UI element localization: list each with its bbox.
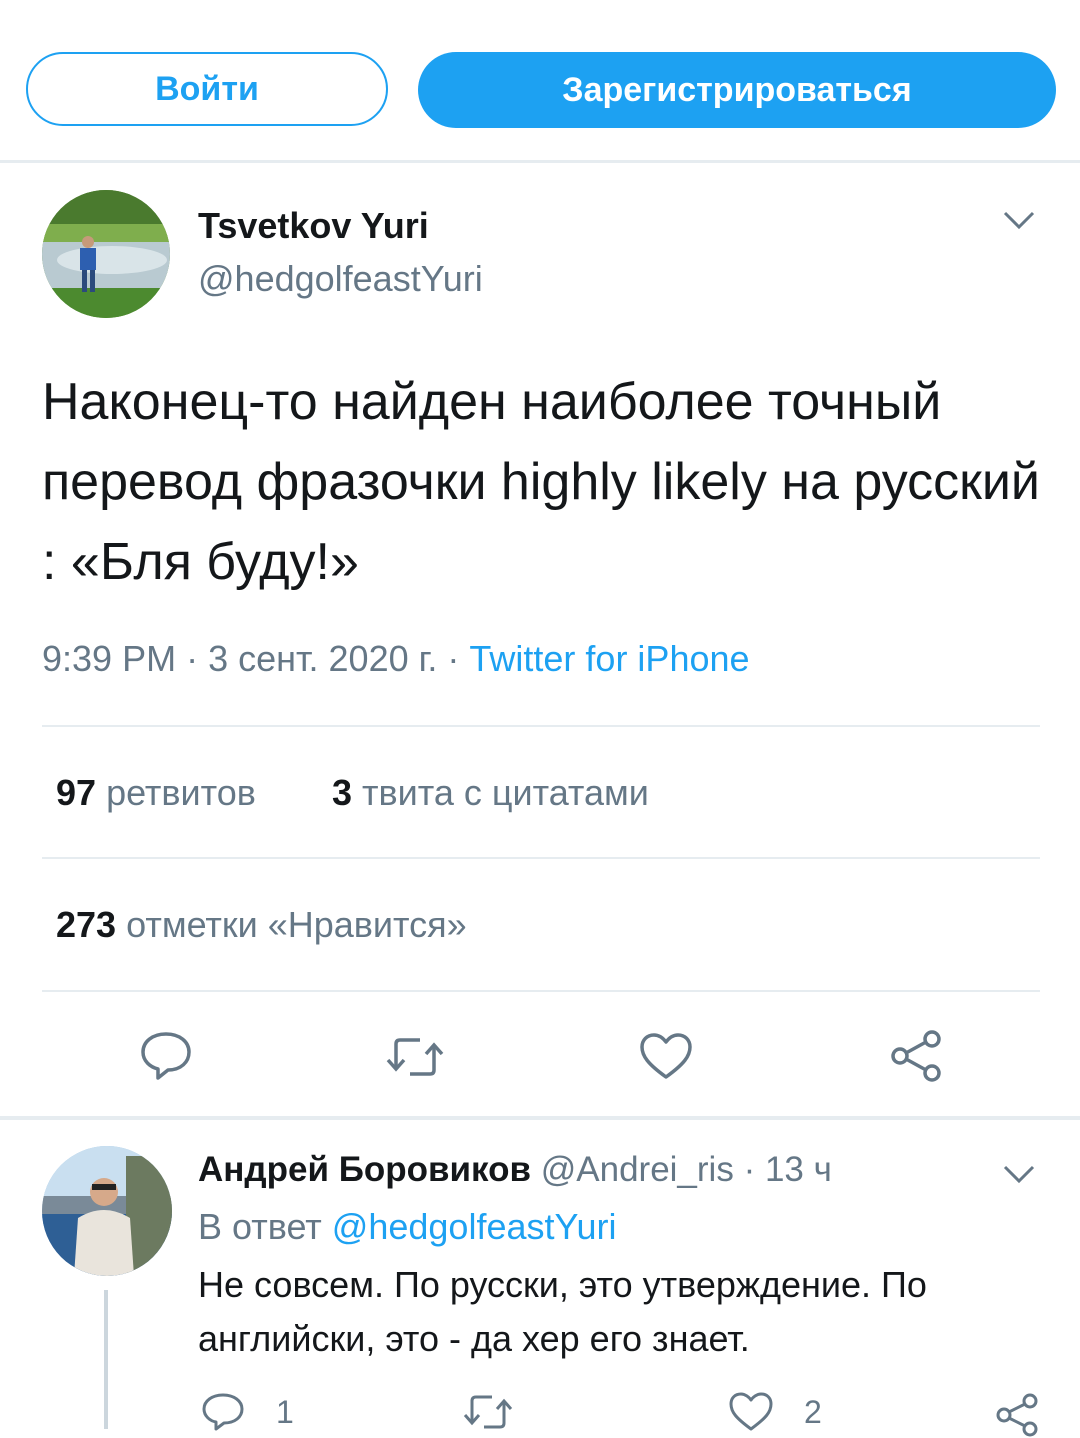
reply-header: Андрей Боровиков @Andrei_ris · 13 ч: [198, 1150, 832, 1190]
reply-to-prefix: В ответ: [198, 1206, 322, 1247]
tweet-source-link[interactable]: Twitter for iPhone: [469, 638, 749, 679]
quotes-count: 3: [332, 772, 353, 813]
like-icon[interactable]: [638, 1032, 694, 1087]
chevron-down-icon[interactable]: [1002, 208, 1036, 237]
author-name[interactable]: Tsvetkov Yuri: [198, 205, 429, 247]
quotes-label: твита с цитатами: [362, 772, 649, 813]
reply-icon: [202, 1393, 244, 1431]
meta-separator: ·: [447, 638, 460, 679]
thread-line: [104, 1290, 108, 1429]
likes-stat[interactable]: 273 отметки «Нравится»: [56, 904, 467, 946]
author-avatar[interactable]: [42, 190, 170, 318]
tweet-meta: 9:39 PM · 3 сент. 2020 г. · Twitter for …: [42, 638, 750, 680]
author-handle[interactable]: @hedgolfeastYuri: [198, 258, 483, 300]
tweet-text: Наконец-то найден наиболее точный перево…: [42, 373, 1040, 591]
divider: [42, 990, 1040, 992]
reply-to-line: В ответ @hedgolfeastYuri: [198, 1206, 617, 1248]
like-icon: [729, 1392, 773, 1431]
share-icon[interactable]: [888, 1028, 944, 1089]
retweets-label: ретвитов: [106, 772, 256, 813]
tweet-date: 3 сент. 2020 г.: [208, 638, 438, 679]
chevron-down-icon[interactable]: [1002, 1162, 1036, 1191]
tweet-time: 9:39 PM: [42, 638, 177, 679]
likes-label: отметки «Нравится»: [126, 904, 467, 945]
top-bar: Войти Зарегистрироваться: [0, 0, 1080, 163]
reply-reply-count: 1: [276, 1393, 294, 1430]
retweets-count: 97: [56, 772, 97, 813]
reply-reply-action[interactable]: 1: [200, 1392, 294, 1432]
reply-text: Не совсем. По русски, это утверждение. П…: [198, 1264, 927, 1359]
signup-button[interactable]: Зарегистрироваться: [418, 52, 1056, 128]
share-icon: [996, 1393, 1038, 1437]
login-button[interactable]: Войти: [26, 52, 388, 126]
reply-like-count: 2: [804, 1393, 822, 1430]
reply-retweet-action[interactable]: [462, 1392, 514, 1432]
reply-time[interactable]: 13 ч: [765, 1150, 832, 1189]
reply-author-handle[interactable]: @Andrei_ris: [541, 1150, 734, 1189]
meta-separator: ·: [186, 638, 199, 679]
retweets-stat[interactable]: 97 ретвитов: [56, 772, 256, 814]
reply-share-action[interactable]: [994, 1392, 1040, 1438]
divider: [42, 857, 1040, 859]
reply-author-name[interactable]: Андрей Боровиков: [198, 1150, 531, 1189]
retweet-icon[interactable]: [384, 1034, 446, 1085]
reply-like-action[interactable]: 2: [728, 1392, 822, 1432]
likes-count: 273: [56, 904, 117, 945]
reply-to-mention[interactable]: @hedgolfeastYuri: [332, 1206, 617, 1247]
quotes-stat[interactable]: 3 твита с цитатами: [332, 772, 649, 814]
divider: [42, 725, 1040, 727]
section-divider: [0, 1116, 1080, 1120]
reply-separator: ·: [743, 1150, 756, 1189]
reply-author-avatar[interactable]: [42, 1146, 172, 1276]
retweet-icon: [463, 1395, 513, 1429]
reply-icon[interactable]: [138, 1030, 194, 1087]
